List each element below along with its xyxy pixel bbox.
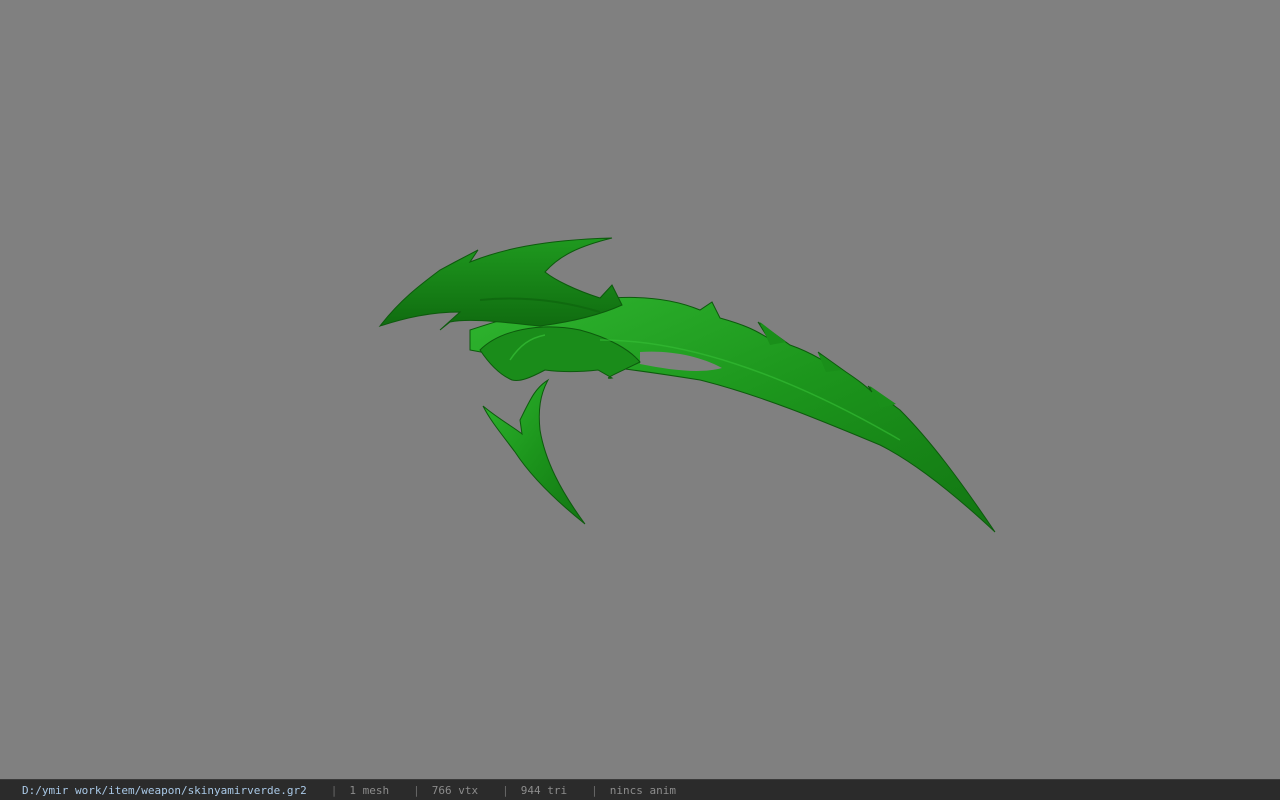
3d-viewport[interactable] bbox=[0, 0, 1280, 779]
file-path: D:/ymir work/item/weapon/skinyamirverde.… bbox=[22, 783, 307, 797]
mesh-count: 1 mesh bbox=[349, 783, 390, 797]
separator: | bbox=[502, 783, 509, 797]
vertex-count: 766 vtx bbox=[431, 783, 479, 797]
separator: | bbox=[591, 783, 598, 797]
lower-hook bbox=[482, 378, 586, 525]
blade-crest bbox=[378, 237, 623, 331]
separator: | bbox=[330, 783, 338, 797]
triangle-count: 944 tri bbox=[520, 783, 568, 797]
animation-status: nincs anim bbox=[609, 783, 676, 797]
separator: | bbox=[413, 783, 420, 797]
weapon-model[interactable] bbox=[0, 0, 1280, 779]
status-bar: D:/ymir work/item/weapon/skinyamirverde.… bbox=[0, 779, 1280, 800]
